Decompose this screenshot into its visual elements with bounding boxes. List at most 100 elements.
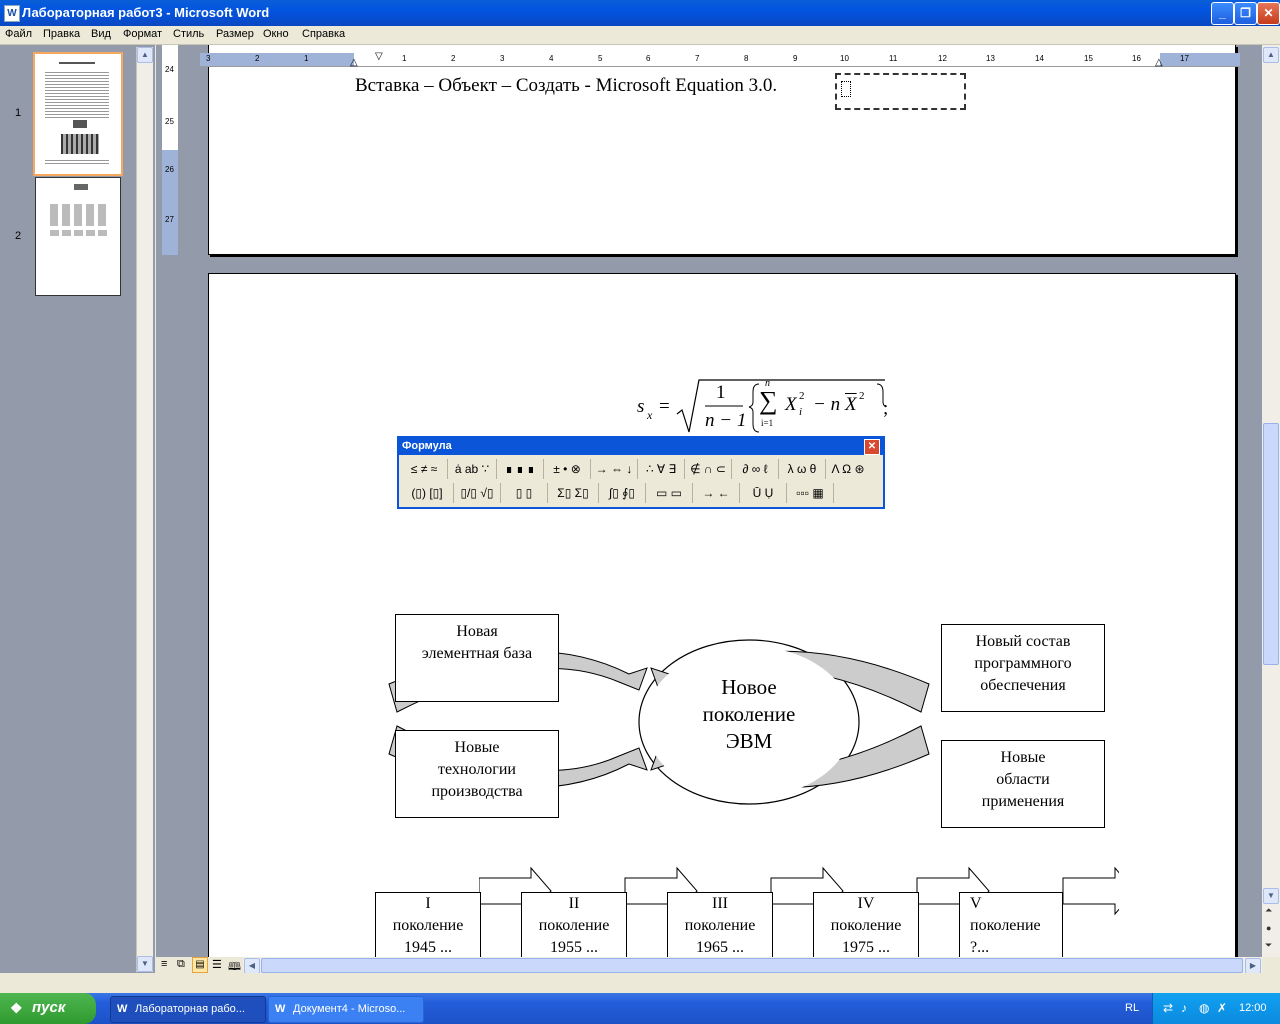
relations-palette-button[interactable]: ≤ ≠ ≈ bbox=[401, 459, 448, 479]
ruler-label: 15 bbox=[1084, 54, 1093, 63]
right-indent-icon[interactable]: △ bbox=[1155, 57, 1163, 68]
page-2[interactable]: s x = 1 n − 1 n ∑ i=1 X i 2 − n X 2 ; Но… bbox=[208, 273, 1236, 970]
box-line: программного bbox=[974, 655, 1072, 672]
vertical-scrollbar[interactable]: ▲ ▼ ⏶ ● ⏷ bbox=[1262, 45, 1280, 957]
thumbnail-page-1[interactable] bbox=[33, 52, 123, 176]
gen-line: ?... bbox=[970, 939, 990, 956]
misc-symbols-palette-button[interactable]: ∂ ∞ ℓ bbox=[732, 459, 779, 479]
taskbar-item-lab[interactable]: W Лабораторная рабо... bbox=[110, 996, 266, 1023]
formula-minus: − n bbox=[813, 394, 841, 415]
gen-line: поколение bbox=[830, 917, 902, 934]
tray-app-icon[interactable]: ✗ bbox=[1217, 1001, 1227, 1015]
start-button[interactable]: ❖ пуск bbox=[0, 993, 96, 1024]
operators-palette-button[interactable]: ± • ⊗ bbox=[544, 459, 591, 479]
print-layout-view-icon[interactable]: ▤ bbox=[192, 957, 208, 973]
integrals-palette-button[interactable]: ∫▯ ∮▯ bbox=[599, 483, 646, 503]
taskbar: ❖ пуск W Лабораторная рабо... W Документ… bbox=[0, 993, 1280, 1024]
menu-size[interactable]: Размер bbox=[216, 28, 254, 40]
language-indicator[interactable]: RL bbox=[1125, 1002, 1139, 1014]
menu-style[interactable]: Стиль bbox=[173, 28, 204, 40]
next-page-icon[interactable]: ⏷ bbox=[1265, 940, 1272, 951]
greek-lower-palette-button[interactable]: λ ω θ bbox=[779, 459, 826, 479]
arrows-palette-button[interactable]: → ⇔ ↓ bbox=[591, 459, 638, 479]
logic-palette-button[interactable]: ∴ ∀ ∃ bbox=[638, 459, 685, 479]
ruler-label: 8 bbox=[744, 54, 749, 63]
vertical-ruler[interactable]: 24 25 26 27 bbox=[162, 45, 178, 255]
products-palette-button[interactable]: Ū Ụ bbox=[740, 483, 787, 503]
formula-toolbar[interactable]: Формула ✕ ≤ ≠ ≈ ȧ ab ∵ ∎ ∎ ∎ ± • ⊗ → ⇔ ↓… bbox=[397, 436, 885, 509]
scroll-thumb[interactable] bbox=[1263, 423, 1279, 665]
box-line: Новые bbox=[454, 739, 500, 756]
gen-line: III bbox=[712, 895, 728, 912]
scroll-down-icon[interactable]: ▼ bbox=[1263, 888, 1279, 904]
browse-object-icon[interactable]: ● bbox=[1266, 923, 1271, 933]
close-icon[interactable]: ✕ bbox=[864, 439, 880, 455]
embellishments-palette-button[interactable]: ∎ ∎ ∎ bbox=[497, 459, 544, 479]
thumbnail-scrollbar[interactable]: ▲ ▼ bbox=[136, 47, 153, 972]
formula-row-2: (▯) [▯] ▯/▯ √▯ ▯ ▯ Σ▯ Σ▯ ∫▯ ∮▯ ▭ ▭ → ← Ū… bbox=[401, 483, 881, 505]
menu-view[interactable]: Вид bbox=[91, 28, 111, 40]
menu-window[interactable]: Окно bbox=[263, 28, 289, 40]
spaces-palette-button[interactable]: ȧ ab ∵ bbox=[448, 459, 497, 479]
normal-view-icon[interactable]: ≡ bbox=[161, 958, 167, 970]
menu-file[interactable]: Файл bbox=[5, 28, 32, 40]
page-1[interactable]: Вставка – Объект – Создать - Microsoft E… bbox=[208, 45, 1236, 255]
scroll-left-icon[interactable]: ◀ bbox=[244, 958, 260, 974]
thumb-text-block bbox=[45, 158, 109, 166]
outline-view-icon[interactable]: ☰ bbox=[212, 958, 222, 971]
sets-palette-button[interactable]: ∉ ∩ ⊂ bbox=[685, 459, 732, 479]
page1-text: Вставка – Объект – Создать - Microsoft E… bbox=[355, 75, 778, 96]
first-line-indent-icon[interactable]: ▽ bbox=[375, 51, 383, 62]
scroll-down-icon[interactable]: ▼ bbox=[137, 956, 153, 972]
view-buttons: ≡ ⧉ ▤ ☰ 🕮 bbox=[156, 957, 244, 973]
scroll-right-icon[interactable]: ▶ bbox=[1245, 958, 1261, 974]
network-icon[interactable]: ⇄ bbox=[1163, 1001, 1173, 1015]
menu-edit[interactable]: Правка bbox=[43, 28, 80, 40]
taskbar-item-doc4[interactable]: W Документ4 - Microso... bbox=[268, 996, 424, 1023]
menu-bar: Файл Правка Вид Формат Стиль Размер Окно… bbox=[0, 26, 1280, 45]
prev-page-icon[interactable]: ⏶ bbox=[1265, 905, 1272, 916]
thumbnail-page-2[interactable] bbox=[35, 177, 121, 296]
formula-row-1: ≤ ≠ ≈ ȧ ab ∵ ∎ ∎ ∎ ± • ⊗ → ⇔ ↓ ∴ ∀ ∃ ∉ ∩… bbox=[401, 459, 881, 481]
web-view-icon[interactable]: ⧉ bbox=[177, 958, 185, 971]
box-line: производства bbox=[431, 783, 523, 800]
greek-upper-palette-button[interactable]: Λ Ω ⊛ bbox=[826, 459, 870, 479]
formula-term1: X bbox=[785, 394, 797, 415]
formula-object[interactable]: s x = 1 n − 1 n ∑ i=1 X i 2 − n X 2 ; bbox=[637, 374, 897, 434]
gen-line: поколение bbox=[392, 917, 464, 934]
close-icon[interactable]: ✕ bbox=[1257, 2, 1280, 25]
fractions-radicals-palette-button[interactable]: ▯/▯ √▯ bbox=[454, 483, 501, 503]
taskbar-item-label: Документ4 - Microso... bbox=[293, 1003, 406, 1015]
thumb-formula bbox=[74, 184, 88, 190]
scroll-up-icon[interactable]: ▲ bbox=[1263, 47, 1279, 63]
ruler-margin-left bbox=[200, 53, 354, 66]
box-line: применения bbox=[981, 793, 1065, 810]
menu-help[interactable]: Справка bbox=[302, 28, 345, 40]
equation-object-frame[interactable] bbox=[835, 73, 966, 110]
fences-palette-button[interactable]: (▯) [▯] bbox=[401, 483, 454, 503]
scroll-up-icon[interactable]: ▲ bbox=[137, 47, 153, 63]
labeled-arrows-palette-button[interactable]: → ← bbox=[693, 483, 740, 503]
minimize-icon[interactable]: _ bbox=[1211, 2, 1234, 25]
horizontal-scrollbar[interactable]: ◀ ▶ bbox=[243, 957, 1262, 974]
volume-icon[interactable]: ♪ bbox=[1181, 1001, 1187, 1015]
matrices-palette-button[interactable]: ▫▫▫ ▦ bbox=[787, 483, 834, 503]
word-app-icon[interactable]: W bbox=[4, 5, 20, 22]
menu-format[interactable]: Формат bbox=[123, 28, 162, 40]
summations-palette-button[interactable]: Σ▯ Σ▯ bbox=[548, 483, 599, 503]
ruler-label: 14 bbox=[1035, 54, 1044, 63]
formula-eq: = bbox=[659, 396, 670, 417]
restore-icon[interactable]: ❐ bbox=[1234, 2, 1257, 25]
formula-toolbar-titlebar[interactable]: Формула ✕ bbox=[399, 438, 883, 455]
ruler-label: 11 bbox=[889, 54, 898, 63]
security-icon[interactable]: ◍ bbox=[1199, 1001, 1209, 1015]
thumb-line bbox=[59, 62, 95, 64]
horizontal-ruler[interactable]: 3 2 1 1 2 3 4 5 6 7 8 9 10 11 12 13 14 1… bbox=[200, 51, 1240, 68]
hscroll-thumb[interactable] bbox=[261, 958, 1243, 973]
word-doc-icon: W bbox=[117, 1003, 128, 1015]
window-title: Лабораторная работ3 - Microsoft Word bbox=[22, 5, 270, 20]
formula-lhs-sub: x bbox=[647, 408, 653, 422]
subscripts-palette-button[interactable]: ▯ ▯ bbox=[501, 483, 548, 503]
left-indent-icon[interactable]: △ bbox=[350, 57, 358, 68]
bars-palette-button[interactable]: ▭ ▭ bbox=[646, 483, 693, 503]
